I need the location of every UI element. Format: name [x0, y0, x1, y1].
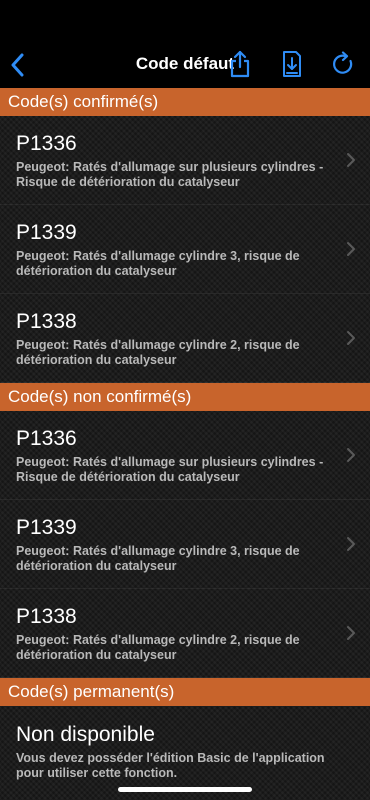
list-item[interactable]: P1336 Peugeot: Ratés d'allumage sur plus…: [0, 116, 370, 205]
fault-description: Peugeot: Ratés d'allumage cylindre 3, ri…: [16, 544, 300, 573]
section-header-permanent: Code(s) permanent(s): [0, 678, 370, 706]
unavailable-title: Non disponible: [16, 723, 155, 746]
chevron-right-icon: [347, 242, 355, 256]
save-button[interactable]: [278, 50, 306, 78]
fault-description: Peugeot: Ratés d'allumage cylindre 3, ri…: [16, 249, 300, 278]
chevron-right-icon: [347, 537, 355, 551]
fault-description: Peugeot: Ratés d'allumage cylindre 2, ri…: [16, 633, 300, 662]
list-item[interactable]: P1336 Peugeot: Ratés d'allumage sur plus…: [0, 411, 370, 500]
list-item[interactable]: P1338 Peugeot: Ratés d'allumage cylindre…: [0, 589, 370, 678]
navigation-bar: Code défaut: [0, 0, 370, 88]
list-item: Non disponible Vous devez posséder l'édi…: [0, 706, 370, 800]
chevron-right-icon: [347, 331, 355, 345]
unavailable-message: Vous devez posséder l'édition Basic de l…: [16, 751, 325, 780]
screen: Code défaut Code(s) confirmé(s) P1336 Pe…: [0, 0, 370, 800]
refresh-button[interactable]: [329, 50, 357, 78]
list-item[interactable]: P1339 Peugeot: Ratés d'allumage cylindre…: [0, 500, 370, 589]
share-button[interactable]: [226, 50, 254, 78]
fault-code: P1339: [16, 516, 77, 539]
chevron-right-icon: [347, 626, 355, 640]
home-indicator[interactable]: [118, 787, 252, 792]
share-icon: [230, 50, 250, 78]
chevron-right-icon: [347, 153, 355, 167]
list-item[interactable]: P1339 Peugeot: Ratés d'allumage cylindre…: [0, 205, 370, 294]
fault-description: Peugeot: Ratés d'allumage sur plusieurs …: [16, 160, 324, 189]
fault-code: P1336: [16, 132, 77, 155]
code-list: Code(s) confirmé(s) P1336 Peugeot: Ratés…: [0, 88, 370, 800]
fault-description: Peugeot: Ratés d'allumage cylindre 2, ri…: [16, 338, 300, 367]
fault-description: Peugeot: Ratés d'allumage sur plusieurs …: [16, 455, 324, 484]
fault-code: P1336: [16, 427, 77, 450]
fault-code: P1339: [16, 221, 77, 244]
chevron-left-icon: [11, 53, 24, 77]
back-button[interactable]: [4, 50, 30, 80]
download-icon: [283, 51, 301, 77]
list-item[interactable]: P1338 Peugeot: Ratés d'allumage cylindre…: [0, 294, 370, 383]
section-header-confirmed: Code(s) confirmé(s): [0, 88, 370, 116]
section-header-unconfirmed: Code(s) non confirmé(s): [0, 383, 370, 411]
page-title: Code défaut: [135, 54, 235, 73]
chevron-right-icon: [347, 448, 355, 462]
refresh-icon: [333, 51, 353, 74]
fault-code: P1338: [16, 605, 77, 628]
fault-code: P1338: [16, 310, 77, 333]
